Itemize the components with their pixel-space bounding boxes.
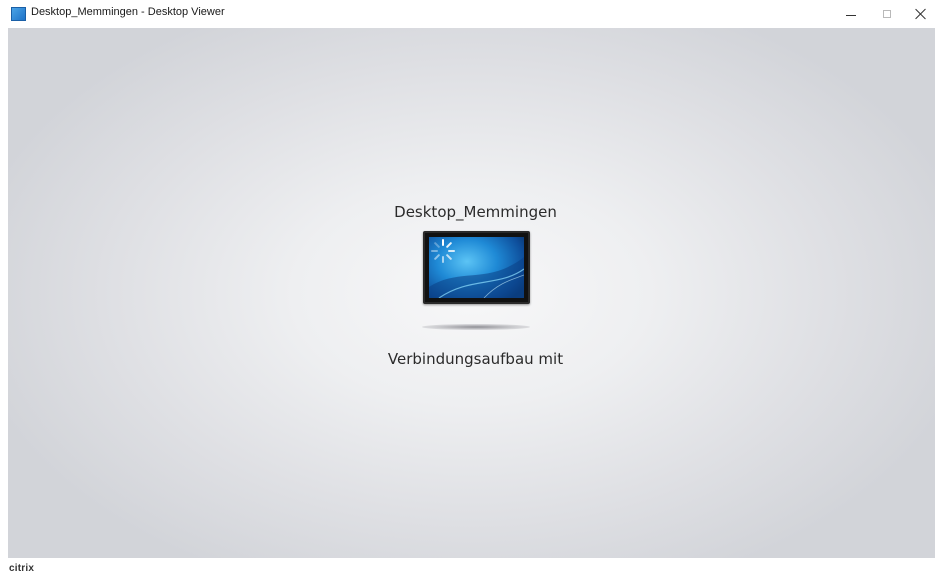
desktop-viewer-app-icon bbox=[11, 7, 26, 21]
title-bar[interactable]: Desktop_Memmingen - Desktop Viewer bbox=[0, 0, 941, 28]
monitor-connecting-icon bbox=[423, 231, 530, 304]
minimize-icon bbox=[846, 14, 856, 16]
desktop-viewer-window: Desktop_Memmingen - Desktop Viewer Deskt… bbox=[0, 0, 941, 579]
window-title: Desktop_Memmingen - Desktop Viewer bbox=[31, 6, 225, 18]
connection-status-text: Verbindungsaufbau mit bbox=[387, 350, 564, 368]
loading-spinner-icon bbox=[431, 239, 455, 263]
footer-bar: cіtrіx bbox=[0, 558, 941, 579]
close-icon bbox=[915, 8, 927, 20]
monitor-shadow bbox=[422, 324, 530, 330]
monitor-screen bbox=[429, 237, 524, 298]
minimize-button[interactable] bbox=[836, 0, 866, 28]
desktop-name-label: Desktop_Memmingen bbox=[394, 203, 557, 221]
close-button[interactable] bbox=[906, 0, 936, 28]
maximize-icon bbox=[883, 10, 891, 18]
citrix-logo: cіtrіx bbox=[9, 563, 35, 574]
desktop-viewer-area: Desktop_Memmingen Verbindungsaufbau mit bbox=[8, 28, 935, 558]
maximize-button[interactable] bbox=[872, 0, 902, 28]
